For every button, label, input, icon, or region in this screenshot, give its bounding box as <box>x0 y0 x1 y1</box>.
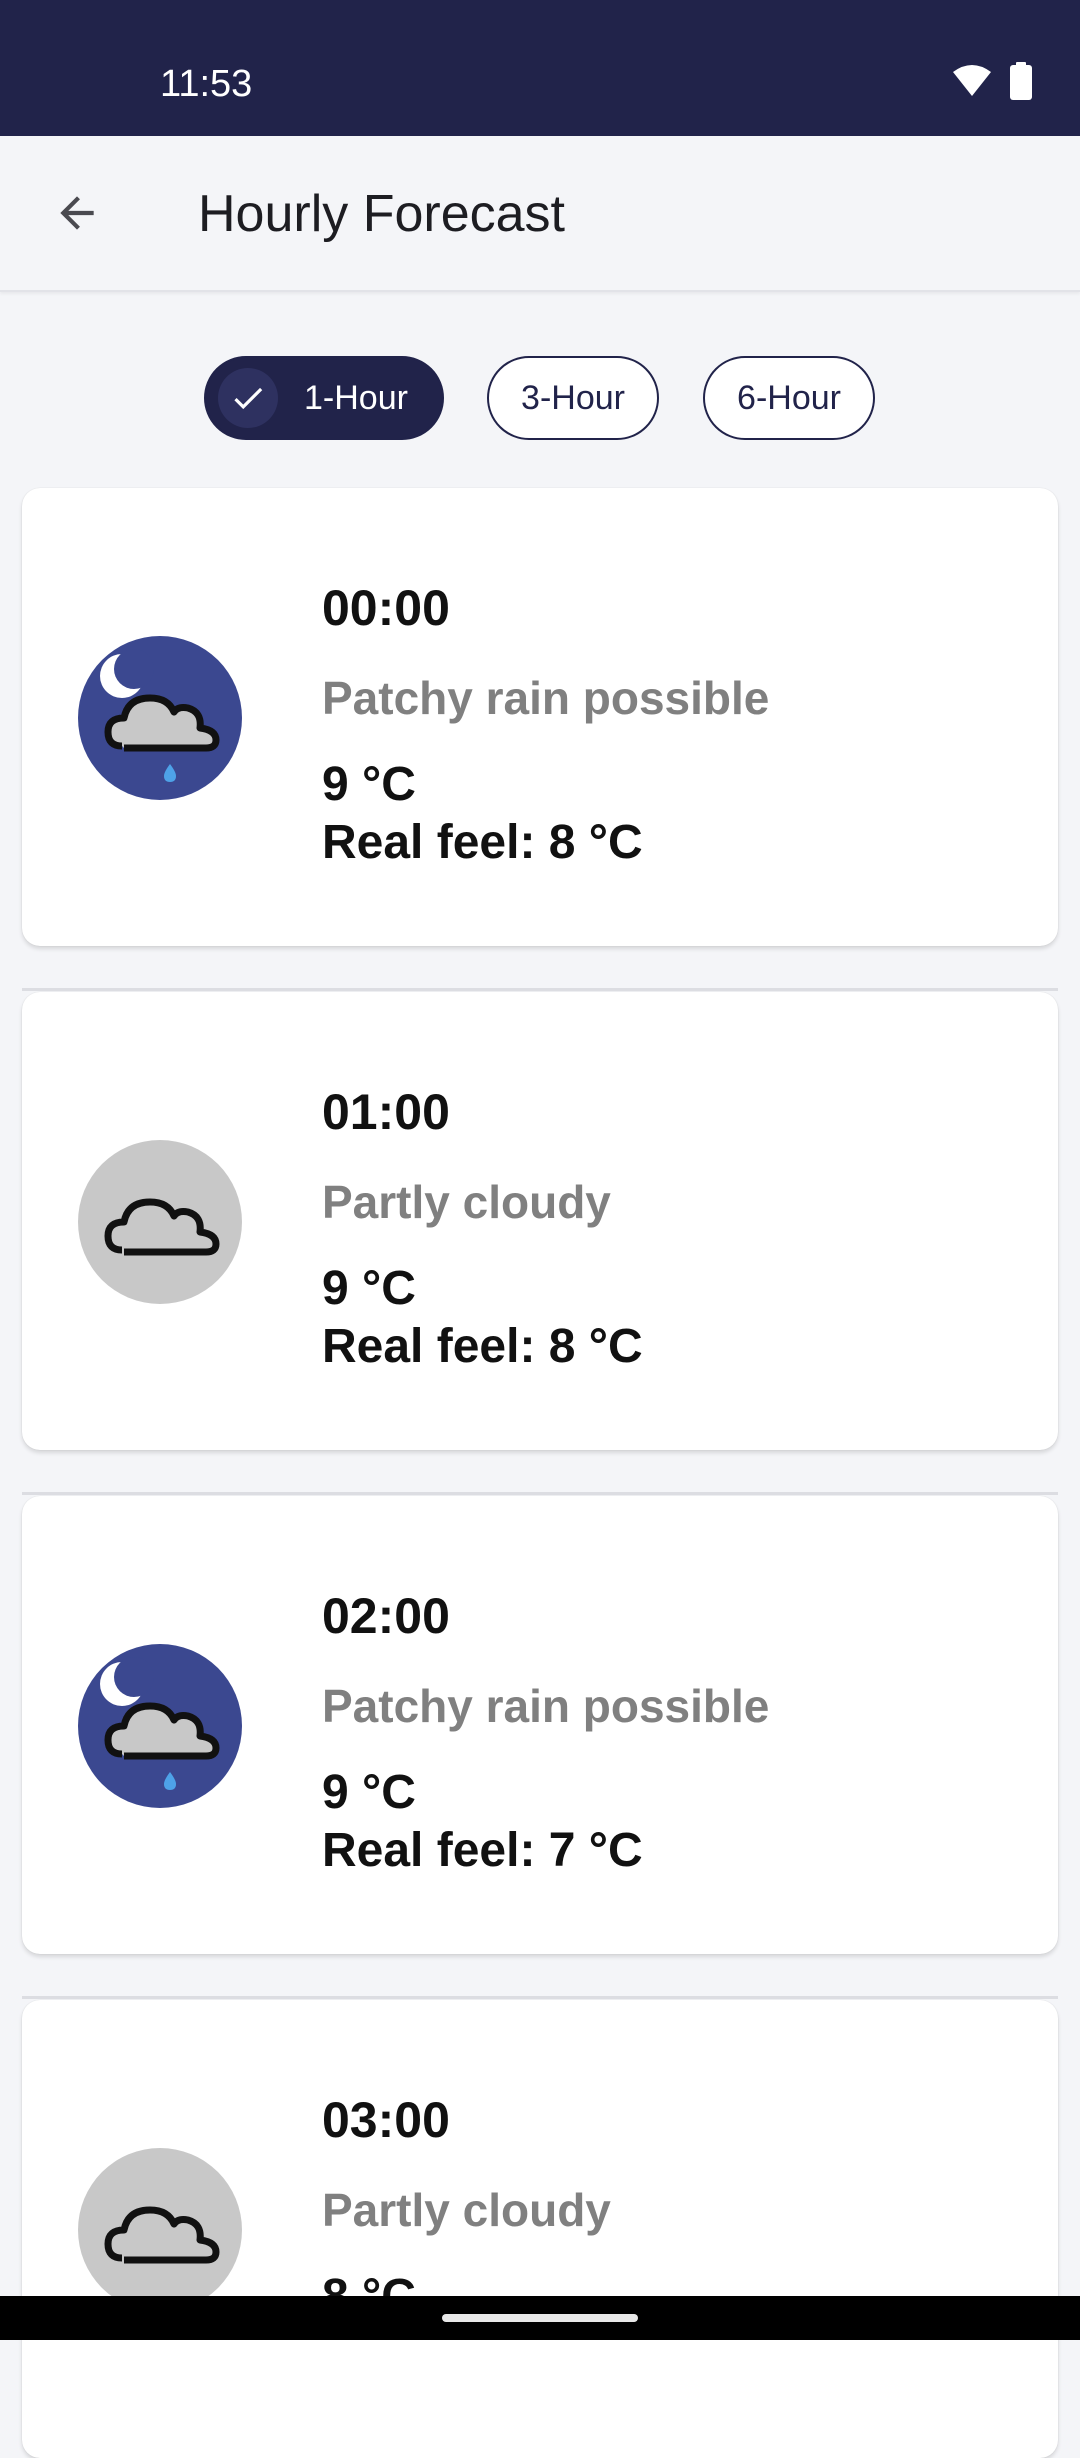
forecast-card[interactable]: 01:00 Partly cloudy 9 °C Real feel: 8 °C <box>22 992 1058 1450</box>
forecast-temperature: 9 °C <box>322 1262 416 1315</box>
divider <box>22 988 1058 991</box>
forecast-time: 01:00 <box>322 1084 450 1140</box>
navigation-bar <box>0 2296 1080 2340</box>
forecast-card[interactable]: 00:00 Patchy rain possible 9 °C Real fee… <box>22 488 1058 946</box>
check-icon <box>218 368 278 428</box>
arrow-back-icon <box>60 196 94 230</box>
page-title: Hourly Forecast <box>198 185 565 243</box>
forecast-real-feel: Real feel: 7 °C <box>322 1824 643 1877</box>
app-bar: Hourly Forecast <box>0 136 1080 292</box>
card-text: 01:00 Partly cloudy 9 °C Real feel: 8 °C <box>322 1084 643 1376</box>
divider <box>22 1492 1058 1495</box>
interval-filter-chips: 1-Hour 3-Hour 6-Hour <box>0 356 1080 444</box>
night-rain-icon <box>78 636 242 800</box>
card-text: 02:00 Patchy rain possible 9 °C Real fee… <box>322 1588 769 1880</box>
back-button[interactable] <box>44 180 110 246</box>
forecast-condition: Patchy rain possible <box>322 1680 770 1732</box>
status-icons <box>952 62 1032 100</box>
forecast-card[interactable]: 03:00 Partly cloudy 8 °C <box>22 2000 1058 2458</box>
forecast-real-feel: Real feel: 8 °C <box>322 1320 643 1373</box>
chip-label: 1-Hour <box>304 378 408 417</box>
chip-1-hour[interactable]: 1-Hour <box>204 356 444 440</box>
forecast-temperature: 9 °C <box>322 1766 416 1819</box>
forecast-condition: Patchy rain possible <box>322 672 770 724</box>
forecast-card[interactable]: 02:00 Patchy rain possible 9 °C Real fee… <box>22 1496 1058 1954</box>
status-time: 11:53 <box>160 63 253 105</box>
divider <box>22 1996 1058 1999</box>
forecast-time: 03:00 <box>322 2092 450 2148</box>
home-gesture-handle[interactable] <box>442 2314 638 2322</box>
forecast-temperature: 9 °C <box>322 758 416 811</box>
cloud-icon <box>78 1140 242 1304</box>
status-bar: 11:53 <box>0 0 1080 136</box>
forecast-real-feel: Real feel: 8 °C <box>322 816 643 869</box>
forecast-condition: Partly cloudy <box>322 1176 611 1228</box>
chip-3-hour[interactable]: 3-Hour <box>487 356 659 440</box>
battery-icon <box>1010 62 1032 100</box>
forecast-time: 00:00 <box>322 580 450 636</box>
card-text: 00:00 Patchy rain possible 9 °C Real fee… <box>322 580 769 872</box>
forecast-time: 02:00 <box>322 1588 450 1644</box>
chip-6-hour[interactable]: 6-Hour <box>703 356 875 440</box>
chip-label: 6-Hour <box>737 378 841 417</box>
forecast-condition: Partly cloudy <box>322 2184 611 2236</box>
night-rain-icon <box>78 1644 242 1808</box>
cloud-icon <box>78 2148 242 2312</box>
card-text: 03:00 Partly cloudy 8 °C <box>322 2092 611 2326</box>
chip-label: 3-Hour <box>521 378 625 417</box>
wifi-icon <box>953 65 991 96</box>
